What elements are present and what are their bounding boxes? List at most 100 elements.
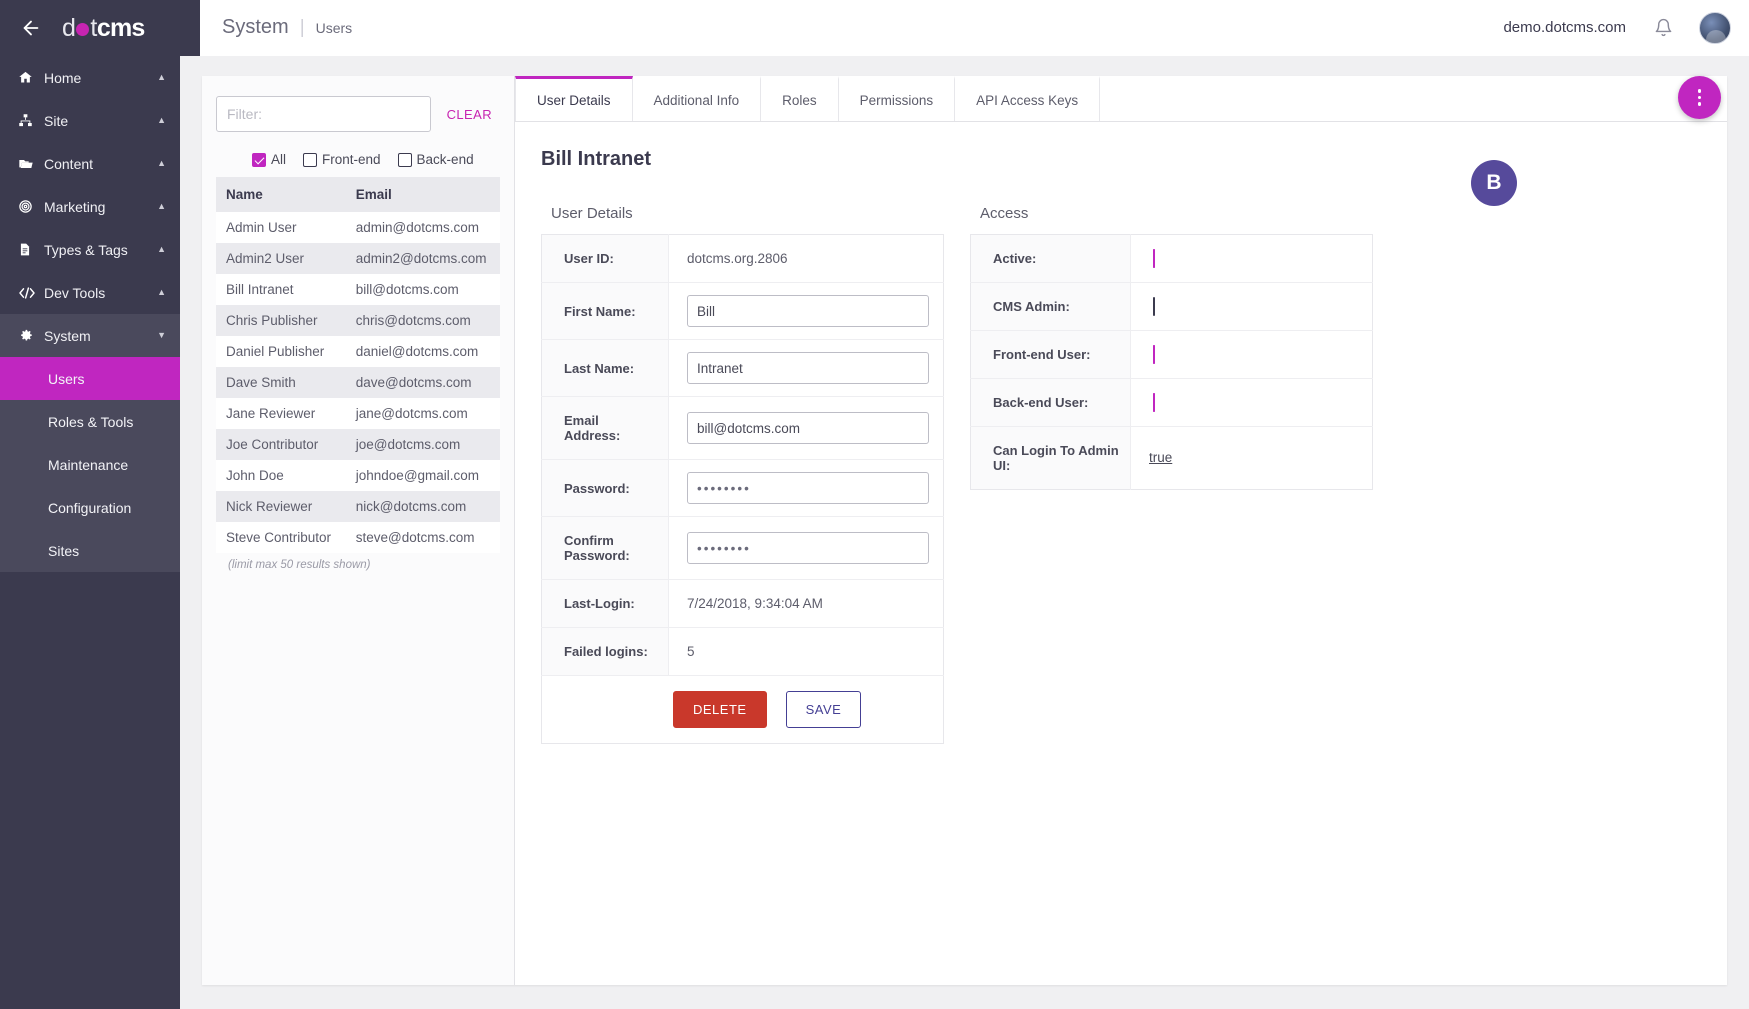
confirm-password-field[interactable] bbox=[687, 532, 929, 564]
sidebar-item-marketing[interactable]: Marketing ▲ bbox=[0, 185, 180, 228]
table-row[interactable]: John Doejohndoe@gmail.com bbox=[216, 460, 500, 491]
active-checkbox[interactable] bbox=[1153, 249, 1155, 268]
field-row-failed-logins: Failed logins: 5 bbox=[542, 628, 944, 676]
cell-email: steve@dotcms.com bbox=[342, 522, 500, 553]
cell-email: johndoe@gmail.com bbox=[342, 460, 500, 491]
cell-name: Jane Reviewer bbox=[216, 398, 342, 429]
table-row[interactable]: Jane Reviewerjane@dotcms.com bbox=[216, 398, 500, 429]
app-root: d t cms System | Users demo.dotcms.com bbox=[0, 0, 1749, 1009]
chevron-up-icon: ▲ bbox=[152, 288, 166, 297]
table-row[interactable]: Bill Intranetbill@dotcms.com bbox=[216, 274, 500, 305]
cell-email: jane@dotcms.com bbox=[342, 398, 500, 429]
tab-user-details[interactable]: User Details bbox=[515, 76, 633, 121]
breadcrumb-sub[interactable]: Users bbox=[316, 20, 353, 36]
cell-email: bill@dotcms.com bbox=[342, 274, 500, 305]
dotcms-logo[interactable]: d t cms bbox=[62, 14, 145, 43]
site-selector[interactable]: demo.dotcms.com bbox=[1503, 19, 1626, 36]
sidebar-item-label: Home bbox=[44, 70, 152, 86]
table-row[interactable]: Steve Contributorsteve@dotcms.com bbox=[216, 522, 500, 553]
field-row-backend-user: Back-end User: bbox=[971, 379, 1373, 427]
access-section: Access Active: CMS Ad bbox=[970, 205, 1373, 490]
email-field[interactable] bbox=[687, 412, 929, 444]
chevron-up-icon: ▲ bbox=[152, 159, 166, 168]
breadcrumb-main[interactable]: System bbox=[222, 16, 289, 39]
notification-bell-icon[interactable] bbox=[1654, 18, 1673, 37]
field-label: User ID: bbox=[542, 235, 669, 283]
tab-permissions[interactable]: Permissions bbox=[839, 76, 956, 121]
field-row-user-id: User ID: dotcms.org.2806 bbox=[542, 235, 944, 283]
sidebar-item-home[interactable]: Home ▲ bbox=[0, 56, 180, 99]
sidebar-item-site[interactable]: Site ▲ bbox=[0, 99, 180, 142]
field-label: Can Login To Admin UI: bbox=[971, 427, 1131, 490]
last-name-field[interactable] bbox=[687, 352, 929, 384]
sidebar-item-system[interactable]: System ▼ bbox=[0, 314, 180, 357]
filter-frontend-checkbox[interactable]: Front-end bbox=[303, 152, 381, 167]
field-label: Failed logins: bbox=[542, 628, 669, 676]
password-field[interactable] bbox=[687, 472, 929, 504]
table-row[interactable]: Admin2 Useradmin2@dotcms.com bbox=[216, 243, 500, 274]
backend-user-checkbox[interactable] bbox=[1153, 393, 1155, 412]
cell-name: Bill Intranet bbox=[216, 274, 342, 305]
clear-button[interactable]: CLEAR bbox=[439, 101, 500, 128]
tab-roles[interactable]: Roles bbox=[761, 76, 839, 121]
main-content: CLEAR All Front-end Back- bbox=[180, 56, 1749, 1009]
field-row-last-login: Last-Login: 7/24/2018, 9:34:04 AM bbox=[542, 580, 944, 628]
page-title: Bill Intranet bbox=[541, 148, 1693, 171]
search-input[interactable] bbox=[216, 96, 431, 132]
delete-button[interactable]: DELETE bbox=[673, 691, 767, 728]
user-detail-pane: User Details Additional Info Roles Permi… bbox=[515, 76, 1727, 985]
filter-backend-checkbox[interactable]: Back-end bbox=[398, 152, 474, 167]
body: Home ▲ Site ▲ Content ▲ bbox=[0, 56, 1749, 1009]
avatar[interactable] bbox=[1699, 12, 1731, 44]
sidebar-item-configuration[interactable]: Configuration bbox=[0, 486, 180, 529]
table-row[interactable]: Chris Publisherchris@dotcms.com bbox=[216, 305, 500, 336]
section-title: User Details bbox=[551, 205, 944, 222]
field-value-cell bbox=[669, 283, 944, 340]
cms-admin-checkbox[interactable] bbox=[1153, 297, 1155, 316]
table-row[interactable]: Dave Smithdave@dotcms.com bbox=[216, 367, 500, 398]
field-value-cell bbox=[1131, 235, 1373, 283]
cell-email: chris@dotcms.com bbox=[342, 305, 500, 336]
column-header-email[interactable]: Email bbox=[342, 177, 500, 212]
filter-all-checkbox[interactable]: All bbox=[252, 152, 286, 167]
save-button[interactable]: SAVE bbox=[786, 691, 862, 728]
sidebar-item-roles-tools[interactable]: Roles & Tools bbox=[0, 400, 180, 443]
sidebar-item-dev-tools[interactable]: Dev Tools ▲ bbox=[0, 271, 180, 314]
tab-additional-info[interactable]: Additional Info bbox=[633, 76, 762, 121]
actions-fab-button[interactable] bbox=[1678, 76, 1721, 119]
content-panes: CLEAR All Front-end Back- bbox=[202, 76, 1727, 985]
table-row[interactable]: Admin Useradmin@dotcms.com bbox=[216, 212, 500, 243]
sidebar-item-types-tags[interactable]: Types & Tags ▲ bbox=[0, 228, 180, 271]
logo-d: d bbox=[62, 14, 75, 43]
sidebar-item-users[interactable]: Users bbox=[0, 357, 180, 400]
detail-body: Bill Intranet B User Details User ID: do… bbox=[515, 122, 1727, 985]
first-name-field[interactable] bbox=[687, 295, 929, 327]
can-login-value-link[interactable]: true bbox=[1149, 450, 1172, 465]
column-header-name[interactable]: Name bbox=[216, 177, 342, 212]
field-value-cell bbox=[1131, 331, 1373, 379]
sidebar-subitem-label: Maintenance bbox=[48, 457, 128, 473]
form-actions-cell: DELETE SAVE bbox=[542, 676, 944, 744]
field-value-cell bbox=[1131, 379, 1373, 427]
user-table-body: Admin Useradmin@dotcms.com Admin2 Userad… bbox=[216, 212, 500, 553]
sidebar-item-maintenance[interactable]: Maintenance bbox=[0, 443, 180, 486]
user-initial-badge: B bbox=[1471, 160, 1517, 206]
table-row[interactable]: Joe Contributorjoe@dotcms.com bbox=[216, 429, 500, 460]
user-table-head: Name Email bbox=[216, 177, 500, 212]
table-row[interactable]: Daniel Publisherdaniel@dotcms.com bbox=[216, 336, 500, 367]
table-row[interactable]: Nick Reviewernick@dotcms.com bbox=[216, 491, 500, 522]
table-header-row: Name Email bbox=[216, 177, 500, 212]
cell-email: daniel@dotcms.com bbox=[342, 336, 500, 367]
field-label: First Name: bbox=[542, 283, 669, 340]
back-arrow-icon[interactable] bbox=[0, 17, 62, 39]
user-details-table: User ID: dotcms.org.2806 First Name: bbox=[541, 234, 944, 744]
breadcrumb: System | Users bbox=[222, 16, 352, 39]
sitemap-icon bbox=[18, 113, 44, 128]
frontend-user-checkbox[interactable] bbox=[1153, 345, 1155, 364]
sidebar-item-content[interactable]: Content ▲ bbox=[0, 142, 180, 185]
more-vertical-icon bbox=[1698, 89, 1702, 106]
tab-api-access-keys[interactable]: API Access Keys bbox=[955, 76, 1100, 121]
field-label: Last Name: bbox=[542, 340, 669, 397]
chevron-up-icon: ▲ bbox=[152, 73, 166, 82]
sidebar-item-sites[interactable]: Sites bbox=[0, 529, 180, 572]
